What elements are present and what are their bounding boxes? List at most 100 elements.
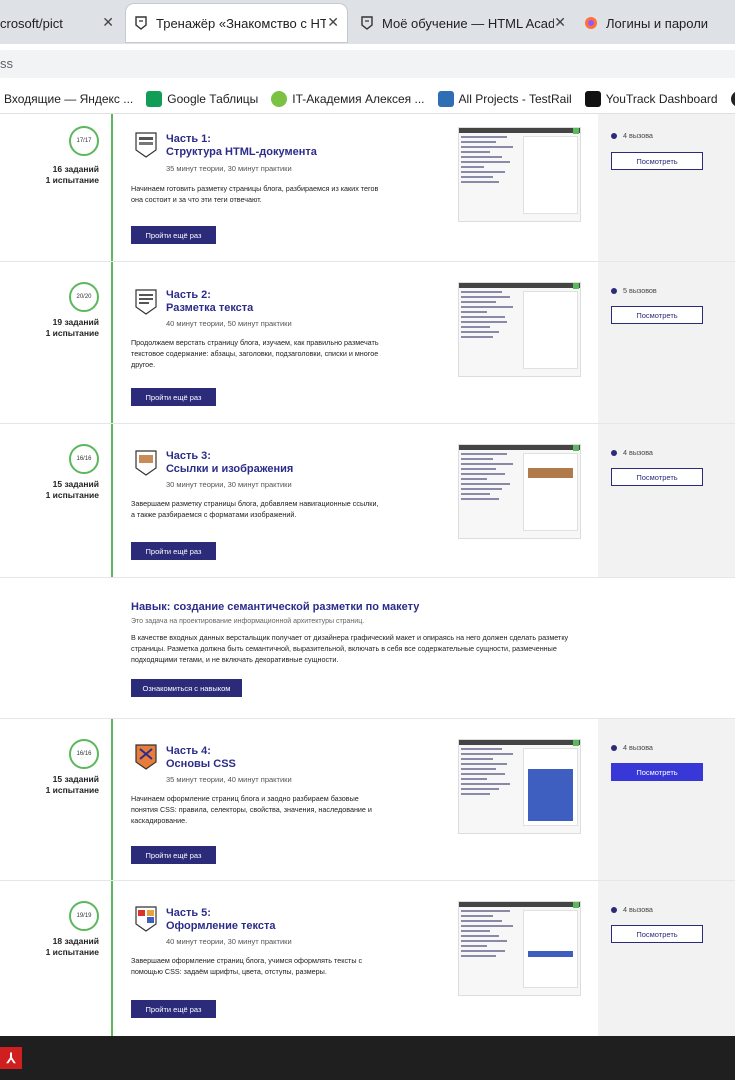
part-title[interactable]: Часть 3: Ссылки и изображения <box>166 450 293 476</box>
bullet-icon <box>611 906 617 913</box>
part-icon <box>135 744 157 770</box>
skill-title[interactable]: Навык: создание семантической разметки п… <box>131 601 419 613</box>
part-icon <box>135 132 157 158</box>
part-title[interactable]: Часть 4: Основы CSS <box>166 745 236 771</box>
course-part: 16/16 15 заданий 1 испытание Часть 4: Ос… <box>0 719 735 881</box>
close-icon[interactable]: ✕ <box>327 14 339 31</box>
part-name: Структура HTML-документа <box>166 146 317 158</box>
bullet-icon <box>611 287 617 294</box>
course-page: 17/17 16 заданий 1 испытание Часть 1: Ст… <box>0 114 735 1036</box>
tab-microsoft-pict[interactable]: crosoft/pict ✕ <box>0 4 122 42</box>
calls-count: 4 вызова <box>623 905 653 914</box>
retry-button[interactable]: Пройти ещё раз <box>131 1000 216 1018</box>
bookmark-it-academy[interactable]: IT-Академия Алексея ... <box>271 90 425 107</box>
bookmark-label: All Projects - TestRail <box>458 91 572 106</box>
tests-count: 1 испытание <box>45 947 99 957</box>
view-button[interactable]: Посмотреть <box>611 306 703 324</box>
retry-button[interactable]: Пройти ещё раз <box>131 542 216 560</box>
skill-description: В качестве входных данных верстальщик по… <box>131 633 569 664</box>
tests-count: 1 испытание <box>45 175 99 185</box>
part-label: Часть 2: <box>166 289 211 301</box>
tab-trainer[interactable]: Тренажёр «Знакомство с HTM ✕ <box>126 4 347 42</box>
part-name: Разметка текста <box>166 302 254 314</box>
part-name: Оформление текста <box>166 920 276 932</box>
tab-title: Тренажёр «Знакомство с HTM <box>156 15 326 31</box>
part-description: Завершаем оформление страниц блога, учим… <box>131 956 363 976</box>
calls-count: 4 вызова <box>623 131 653 140</box>
progress-circle: 17/17 <box>69 126 99 156</box>
bookmarks-bar: Входящие — Яндекс ... Google Таблицы IT-… <box>0 84 735 114</box>
view-button[interactable]: Посмотреть <box>611 925 703 943</box>
bookmark-label: IT-Академия Алексея ... <box>292 91 425 106</box>
close-icon[interactable]: ✕ <box>102 14 114 31</box>
skill-button[interactable]: Ознакомиться с навыком <box>131 679 242 697</box>
view-button[interactable]: Посмотреть <box>611 468 703 486</box>
testrail-icon <box>437 90 454 107</box>
tab-my-learning[interactable]: Моё обучение — HTML Acade ✕ <box>352 4 574 42</box>
bookmark-google-sheets[interactable]: Google Таблицы <box>146 90 259 107</box>
acrobat-icon[interactable]: ⅄ <box>0 1047 22 1069</box>
bookmark-github[interactable]: A <box>730 90 735 107</box>
part-description: Завершаем разметку страницы блога, добав… <box>131 499 379 519</box>
tests-count: 1 испытание <box>45 490 99 500</box>
part-name: Ссылки и изображения <box>166 463 294 475</box>
close-icon[interactable]: ✕ <box>554 14 566 31</box>
part-stats: 16 заданий 1 испытание <box>0 164 99 186</box>
part-stats: 15 заданий 1 испытание <box>0 479 99 501</box>
part-stats: 19 заданий 1 испытание <box>0 317 99 339</box>
browser-tab-bar: crosoft/pict ✕ Тренажёр «Знакомство с HT… <box>0 0 735 44</box>
calls-info: 4 вызова <box>611 905 653 914</box>
course-part: 19/19 18 заданий 1 испытание Часть 5: Оф… <box>0 881 735 1036</box>
part-title[interactable]: Часть 5: Оформление текста <box>166 907 276 933</box>
part-icon <box>135 450 157 476</box>
part-preview-image <box>458 739 581 834</box>
progress-circle: 20/20 <box>69 282 99 312</box>
calls-info: 4 вызова <box>611 131 653 140</box>
part-description: Начинаем готовить разметку страницы блог… <box>131 184 379 204</box>
htmlacademy-icon <box>135 16 147 30</box>
bookmark-youtrack[interactable]: YouTrack Dashboard <box>584 90 718 107</box>
sheets-icon <box>146 90 163 107</box>
tasks-count: 15 заданий <box>52 479 99 489</box>
course-part: 16/16 15 заданий 1 испытание Часть 3: Сс… <box>0 424 735 578</box>
tab-logins[interactable]: Логины и пароли <box>576 4 735 42</box>
retry-button[interactable]: Пройти ещё раз <box>131 846 216 864</box>
bookmark-label: Входящие — Яндекс ... <box>4 91 134 106</box>
view-button[interactable]: Посмотреть <box>611 763 703 781</box>
part-icon <box>135 906 157 932</box>
part-stats: 15 заданий 1 испытание <box>0 774 99 796</box>
bookmark-label: Google Таблицы <box>167 91 259 106</box>
part-icon <box>135 289 157 315</box>
firefox-icon <box>585 17 597 29</box>
part-description: Продолжаем верстать страницу блога, изуч… <box>131 338 379 369</box>
calls-info: 4 вызова <box>611 448 653 457</box>
part-preview-image <box>458 282 581 377</box>
part-duration: 35 минут теории, 40 минут практики <box>166 775 292 784</box>
htmlacademy-icon <box>361 16 373 30</box>
tasks-count: 18 заданий <box>52 936 99 946</box>
retry-button[interactable]: Пройти ещё раз <box>131 388 216 406</box>
tasks-count: 16 заданий <box>52 164 99 174</box>
github-icon <box>730 90 735 107</box>
part-preview-image <box>458 127 581 222</box>
course-part: 17/17 16 заданий 1 испытание Часть 1: Ст… <box>0 114 735 262</box>
calls-count: 4 вызова <box>623 743 653 752</box>
view-button[interactable]: Посмотреть <box>611 152 703 170</box>
bullet-icon <box>611 744 617 751</box>
part-duration: 40 минут теории, 30 минут практики <box>166 937 292 946</box>
calls-info: 4 вызова <box>611 743 653 752</box>
part-description: Начинаем оформление страниц блога и заод… <box>131 794 372 825</box>
part-label: Часть 4: <box>166 745 211 757</box>
address-input[interactable]: ss <box>0 50 735 78</box>
bookmark-label: YouTrack Dashboard <box>605 91 718 106</box>
progress-circle: 16/16 <box>69 444 99 474</box>
progress-circle: 16/16 <box>69 739 99 769</box>
bookmark-yandex-mail[interactable]: Входящие — Яндекс ... <box>4 92 133 106</box>
calls-count: 4 вызова <box>623 448 653 457</box>
part-label: Часть 1: <box>166 133 211 145</box>
bookmark-testrail[interactable]: All Projects - TestRail <box>437 90 572 107</box>
part-title[interactable]: Часть 2: Разметка текста <box>166 289 253 315</box>
retry-button[interactable]: Пройти ещё раз <box>131 226 216 244</box>
part-title[interactable]: Часть 1: Структура HTML-документа <box>166 133 317 159</box>
tasks-count: 19 заданий <box>52 317 99 327</box>
